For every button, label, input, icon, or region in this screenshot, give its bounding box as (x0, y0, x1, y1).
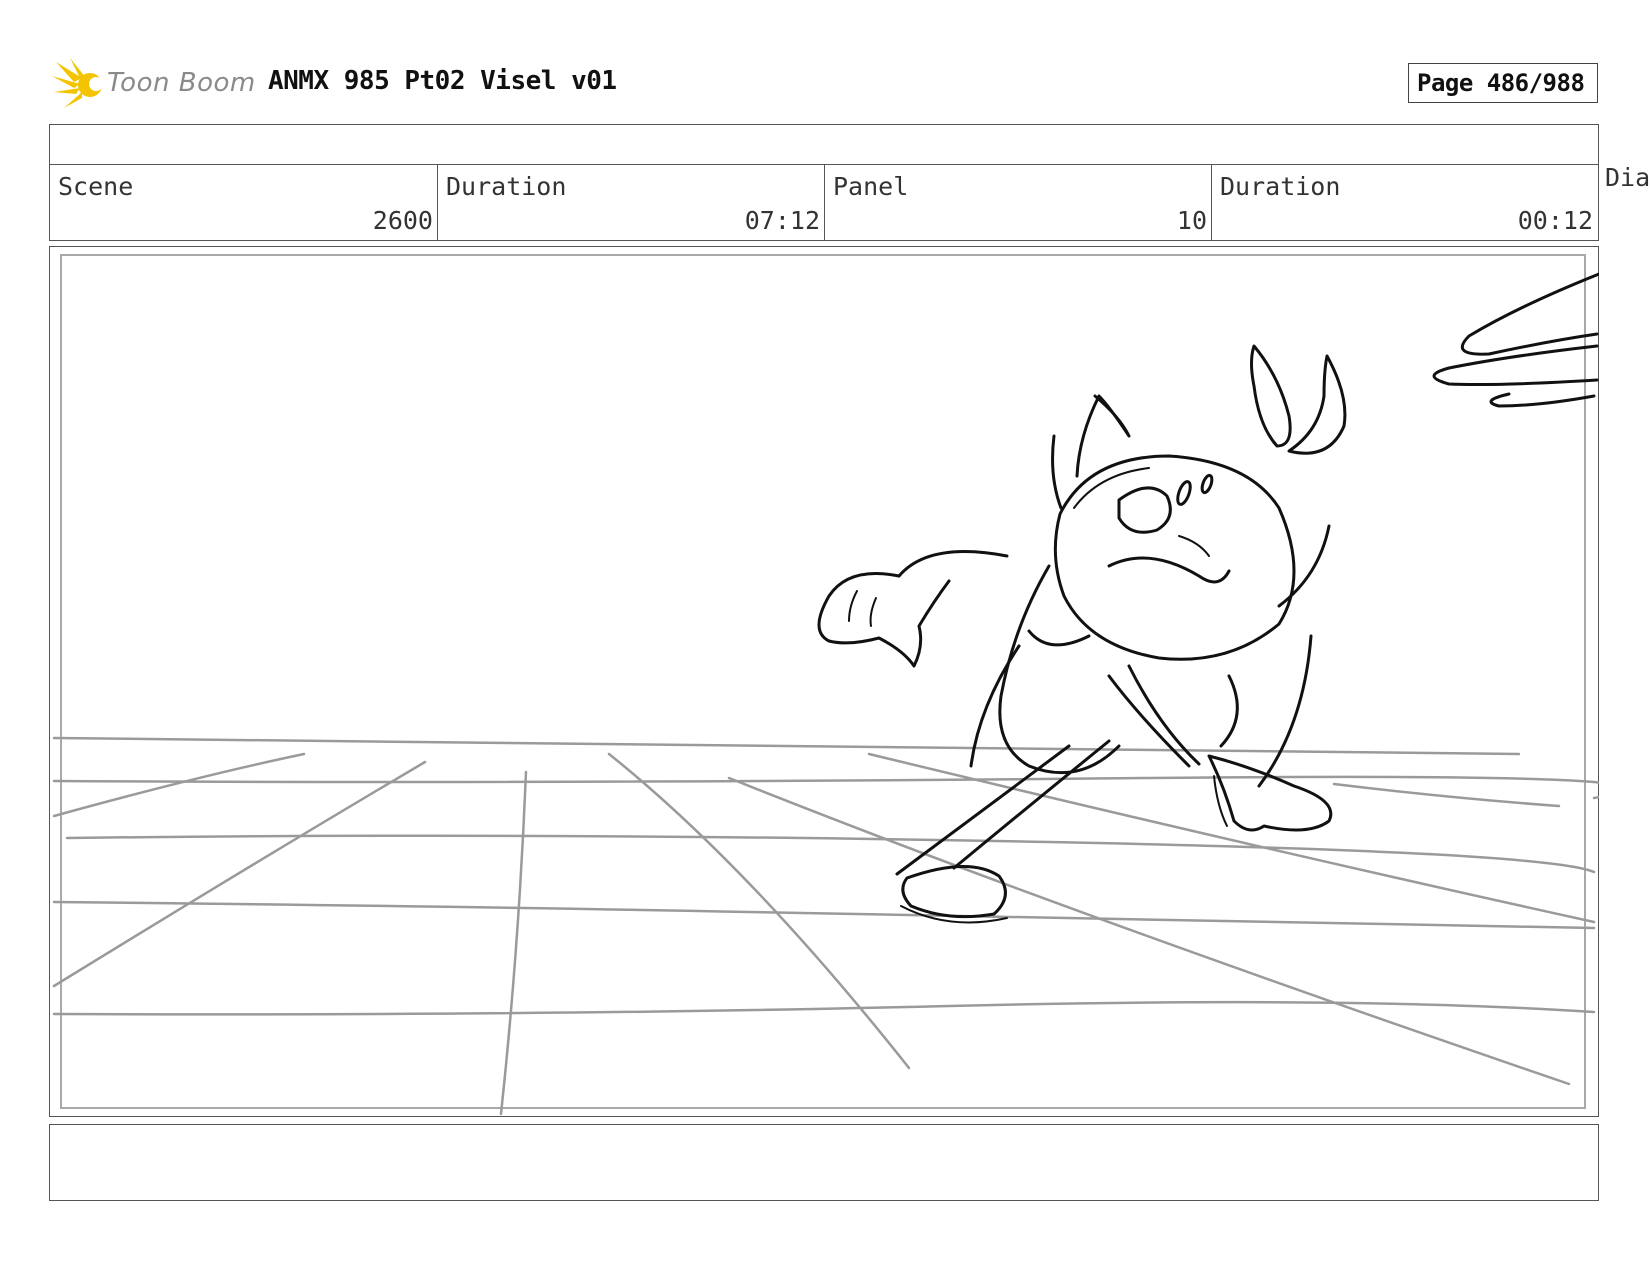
floor-grid (52, 736, 1599, 1116)
panel-duration-cell: Duration 00:12 (1212, 164, 1597, 240)
scene-label: Scene (58, 172, 134, 201)
toon-boom-logo: Toon Boom (52, 56, 255, 112)
panel-value: 10 (1176, 206, 1207, 235)
scene-duration-cell: Duration 07:12 (438, 164, 825, 240)
panel-cell: Panel 10 (825, 164, 1212, 240)
scene-info-table: Scene 2600 Duration 07:12 Panel 10 Durat… (49, 124, 1599, 241)
logo-text: Toon Boom (107, 68, 256, 98)
character-sketch (817, 272, 1599, 924)
panel-label: Panel (833, 172, 909, 201)
scene-cell: Scene 2600 (50, 164, 438, 240)
toon-boom-starburst-icon (52, 58, 103, 108)
dialogue-notes-box (49, 1124, 1599, 1201)
page-indicator: Page 486/988 (1408, 63, 1598, 103)
sequence-row (50, 125, 1598, 165)
scene-duration-value: 07:12 (744, 206, 820, 235)
document-title: ANMX 985 Pt02 Visel v01 (268, 66, 617, 96)
scene-value: 2600 (372, 206, 433, 235)
dialogue-column-label: Dia (1605, 163, 1650, 192)
panel-duration-label: Duration (1220, 172, 1341, 201)
scene-duration-label: Duration (446, 172, 567, 201)
panel-duration-value: 00:12 (1517, 206, 1593, 235)
storyboard-sketch (52, 272, 1599, 1116)
